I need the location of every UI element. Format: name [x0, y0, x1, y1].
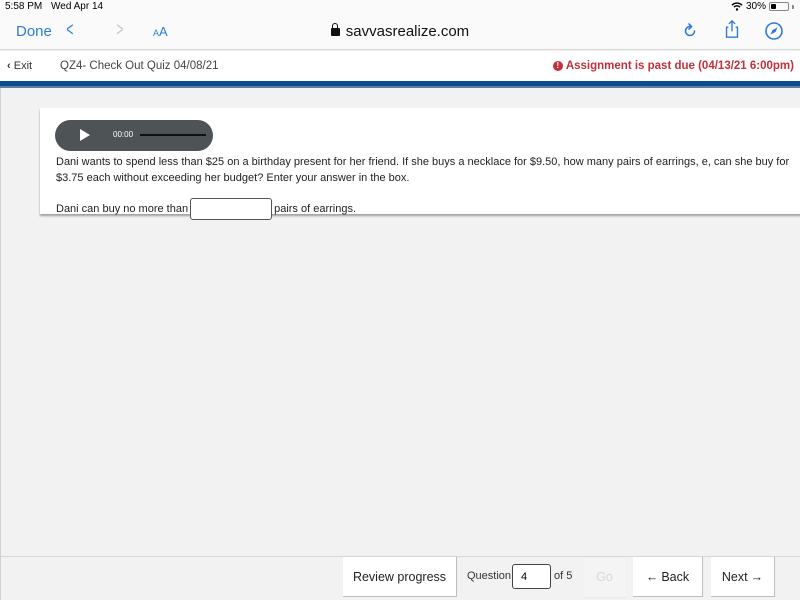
reload-icon[interactable]	[680, 21, 700, 41]
browser-toolbar: Done < > AA savvasrealize.com	[0, 14, 800, 50]
quiz-header: ‹ Exit QZ4- Check Out Quiz 04/08/21 ! As…	[0, 51, 800, 81]
go-button[interactable]: Go	[583, 557, 626, 597]
status-right: 30%	[731, 1, 794, 12]
play-icon[interactable]	[80, 129, 90, 141]
review-progress-button[interactable]: Review progress	[343, 557, 457, 597]
share-icon[interactable]	[722, 19, 742, 39]
audio-progress-track[interactable]	[140, 134, 206, 136]
battery-icon	[769, 2, 789, 11]
status-date: Wed Apr 14	[51, 1, 104, 12]
chevron-left-icon: ‹	[7, 60, 14, 72]
arrow-left-icon: ←	[645, 569, 659, 584]
back-label: Back	[661, 569, 690, 584]
header-band	[0, 81, 800, 88]
answer-row: Dani can buy no more than pairs of earri…	[56, 198, 356, 220]
answer-suffix: pairs of earrings.	[274, 203, 357, 215]
footer-nav: Review progress Question of 5 Go ←Back N…	[0, 556, 800, 600]
compass-icon[interactable]	[764, 21, 784, 41]
status-time: 5:58 PM	[5, 1, 43, 12]
past-due-notice: ! Assignment is past due (04/13/21 6:00p…	[552, 60, 794, 72]
next-label: Next	[721, 569, 748, 584]
question-total: of 5	[554, 570, 573, 582]
wifi-icon	[731, 2, 743, 11]
past-due-text: Assignment is past due (04/13/21 6:00pm)	[565, 60, 794, 72]
status-bar: 5:58 PM Wed Apr 14 30%	[0, 0, 800, 14]
alert-icon: !	[552, 61, 563, 71]
question-label: Question	[467, 570, 512, 582]
url-text: savvasrealize.com	[345, 23, 470, 40]
exit-label: Exit	[13, 60, 33, 72]
content-area: 00:00 Dani wants to spend less than $25 …	[0, 88, 800, 556]
question-card: 00:00 Dani wants to spend less than $25 …	[40, 108, 800, 220]
exit-button[interactable]: ‹ Exit	[7, 60, 32, 72]
audio-time: 00:00	[113, 130, 134, 139]
battery-percent: 30%	[745, 1, 766, 12]
answer-prefix: Dani can buy no more than	[56, 203, 189, 215]
answer-input[interactable]	[190, 198, 273, 220]
question-number-input[interactable]	[512, 564, 551, 589]
audio-player[interactable]: 00:00	[55, 120, 213, 151]
next-button[interactable]: Next →	[711, 557, 775, 597]
back-button[interactable]: ← Back	[633, 557, 703, 597]
quiz-title: QZ4- Check Out Quiz 04/08/21	[60, 60, 219, 72]
lock-icon	[330, 23, 340, 36]
arrow-right-icon: →	[750, 569, 764, 584]
battery-tip	[792, 4, 794, 9]
question-text: Dani wants to spend less than $25 on a b…	[56, 156, 790, 184]
